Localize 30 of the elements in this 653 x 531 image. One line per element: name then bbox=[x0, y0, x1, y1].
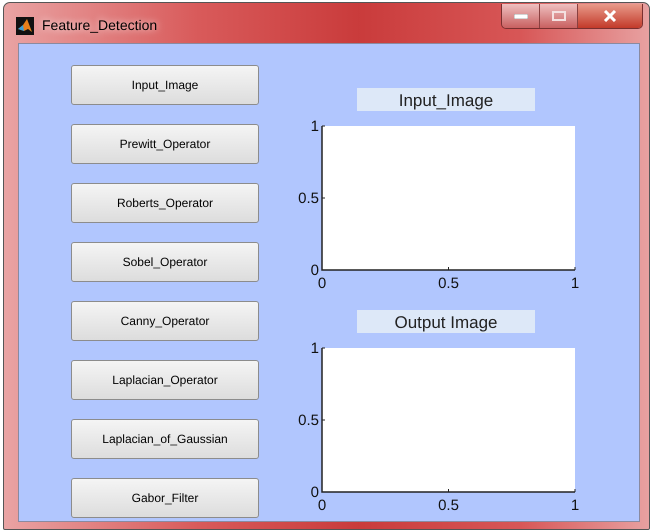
minimize-icon bbox=[514, 14, 528, 18]
y-tick-label: 0.5 bbox=[298, 412, 319, 429]
minimize-button[interactable] bbox=[502, 4, 540, 28]
x-tick-label: 1 bbox=[570, 497, 580, 514]
close-icon bbox=[603, 10, 617, 22]
y-tick-label: 0 bbox=[310, 484, 319, 501]
y-tick-label: 1 bbox=[310, 340, 319, 357]
y-tick-label: 0.5 bbox=[298, 190, 319, 207]
x-tick-label: 0.5 bbox=[438, 275, 459, 292]
operator-button[interactable]: Roberts_Operator bbox=[71, 183, 259, 223]
x-tick-label: 0.5 bbox=[438, 497, 459, 514]
operator-button[interactable]: Prewitt_Operator bbox=[71, 124, 259, 164]
x-tick-label: 1 bbox=[570, 275, 580, 292]
app-icon bbox=[16, 17, 34, 35]
close-button[interactable] bbox=[578, 4, 642, 28]
operator-button[interactable]: Laplacian_Operator bbox=[71, 360, 259, 400]
operator-button[interactable]: Canny_Operator bbox=[71, 301, 259, 341]
y-tick-label: 1 bbox=[310, 118, 319, 135]
x-tick-label: 0 bbox=[318, 497, 326, 514]
operator-button[interactable]: Input_Image bbox=[71, 65, 259, 105]
maximize-icon bbox=[552, 11, 566, 21]
x-tick-label: 0 bbox=[318, 275, 326, 292]
y-tick-label: 0 bbox=[310, 262, 319, 279]
axes-title: Output Image bbox=[394, 313, 498, 332]
operator-button[interactable]: Gabor_Filter bbox=[71, 478, 259, 518]
operator-button[interactable]: Laplacian_of_Gaussian bbox=[71, 419, 259, 459]
axes-title: Input_Image bbox=[398, 91, 494, 110]
maximize-button[interactable] bbox=[540, 4, 578, 28]
operator-button[interactable]: Sobel_Operator bbox=[71, 242, 259, 282]
window-title: Feature_Detection bbox=[42, 17, 158, 33]
